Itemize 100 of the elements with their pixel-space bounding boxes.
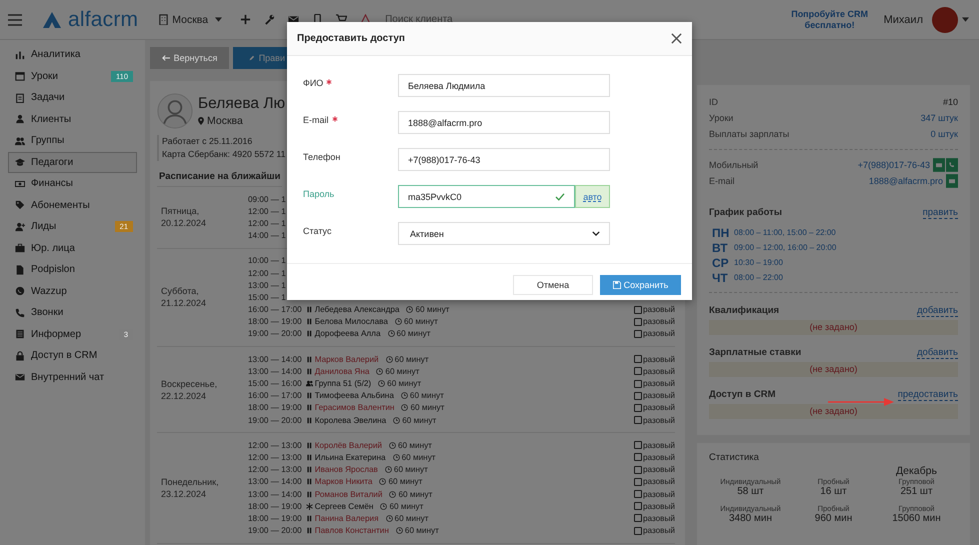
text-field[interactable]: Беляева Людмила [398,74,610,97]
sidebar-item[interactable]: Звонки [8,302,137,324]
one-time-checkbox[interactable] [634,514,642,522]
lesson-time: 16:00 — 17:00 [248,304,302,316]
student-link[interactable]: Сергеев Семён [314,502,374,511]
action-link[interactable]: добавить [917,305,958,317]
auto-generate-button[interactable]: авто [575,185,610,208]
save-button[interactable]: Сохранить [600,275,681,295]
field-value: #10 [942,97,958,107]
student-link[interactable]: Павлов Константин [314,526,389,536]
message-button[interactable] [946,174,958,188]
sidebar-item[interactable]: Podpislon [8,259,137,280]
contact-link[interactable]: 1888@alfacrm.pro [868,176,943,186]
sidebar-item[interactable]: Доступ в CRM [8,345,137,366]
student-link[interactable]: Лебедева Александра [314,305,400,314]
sidebar-item[interactable]: Аналитика [8,44,137,66]
student-link[interactable]: Королева Эвелина [314,416,386,425]
list-icon [15,329,25,340]
back-button[interactable]: Вернуться [150,47,229,69]
pause-icon [306,318,313,326]
client-search-field[interactable]: Поиск клиента [383,13,528,26]
one-time-checkbox[interactable] [634,380,642,388]
statistics-title: Статистика [709,452,760,463]
sidebar-item[interactable]: Абонементы [8,194,137,216]
one-time-checkbox[interactable] [634,318,642,326]
duration-text: 60 минут [385,366,420,376]
status-select[interactable]: Активен [398,222,610,245]
sidebar-item[interactable]: Клиенты [8,108,137,130]
contact-link[interactable]: +7(988)017-76-43 [858,160,930,170]
text-field[interactable]: 1888@alfacrm.pro [398,111,610,134]
value-link[interactable]: 347 штук [920,113,958,123]
student-link[interactable]: Марков Никита [314,477,372,486]
edit-link[interactable]: править [922,207,958,219]
stat-value: 251 шт [900,486,933,497]
one-time-checkbox[interactable] [634,478,642,486]
work-hours: 08:00 – 11:00, 15:00 – 22:00 [734,228,836,237]
wrench-icon[interactable] [264,14,276,25]
student-link[interactable]: Белова Милослава [314,317,388,326]
one-time-checkbox[interactable] [634,416,642,424]
check-icon [555,192,565,200]
one-time-checkbox[interactable] [634,526,642,535]
menu-icon[interactable] [8,14,22,26]
free-trial-link[interactable]: Попробуйте CRM бесплатно! [788,8,872,30]
student-link[interactable]: Панина Валерия [314,514,379,523]
close-icon[interactable] [671,33,682,44]
plus-icon[interactable] [240,14,252,25]
lesson-time: 13:00 — 14:00 [248,354,302,365]
section-title: Зарплатные ставки [709,347,802,359]
lesson-time: 12:00 — 1 [248,268,287,279]
checkbox-label: разовый [642,514,675,523]
one-time-checkbox[interactable] [634,355,642,364]
one-time-checkbox[interactable] [634,441,642,450]
sidebar-item[interactable]: Финансы [8,173,137,194]
one-time-checkbox[interactable] [634,466,642,474]
student-link[interactable]: Ильина Екатерина [314,452,386,462]
one-time-checkbox[interactable] [634,490,642,498]
student-link[interactable]: Группа 51 (5/2) [314,379,372,388]
user-name[interactable]: Михаил [884,14,923,26]
one-time-checkbox[interactable] [634,453,642,462]
text-field[interactable]: +7(988)017-76-43 [398,148,610,171]
student-link[interactable]: Романов Виталий [314,490,382,499]
student-link[interactable]: Тимофеева Альбина [314,391,394,400]
student-link[interactable]: Герасимов Валентин [314,403,394,412]
duration-text: 60 минут [394,465,428,474]
sidebar-item[interactable]: Группы [8,130,137,152]
sidebar-item[interactable]: Педагоги [8,152,137,173]
branch-selector[interactable]: Москва [158,14,222,26]
call-button[interactable] [946,158,958,172]
sidebar-item[interactable]: Задачи [8,87,137,108]
section-title: Квалификация [709,305,780,317]
value-link[interactable]: 0 штук [930,129,958,139]
sidebar-item[interactable]: Внутренний чат [8,366,137,388]
student-link[interactable]: Марков Валерий [314,354,379,364]
student-link[interactable]: Дорофеева Алла [314,329,381,338]
pause-icon [306,514,313,522]
one-time-checkbox[interactable] [634,404,642,412]
one-time-checkbox[interactable] [634,392,642,400]
group-icon [306,380,313,388]
lesson-time: 15:00 — 1 [248,292,287,303]
logo-text: alfacrm [68,8,138,32]
one-time-checkbox[interactable] [634,330,642,338]
caret-icon[interactable] [962,17,969,22]
one-time-checkbox[interactable] [634,367,642,376]
message-button[interactable] [933,158,945,172]
action-link[interactable]: добавить [917,347,958,359]
lesson-time: 18:00 — 19:00 [248,512,302,524]
password-field[interactable]: ma35PvvkC0 [398,185,575,208]
student-link[interactable]: Данилова Яна [314,366,370,376]
student-link[interactable]: Иванов Ярослав [314,465,378,474]
cancel-button[interactable]: Отмена [513,275,593,295]
sidebar-item[interactable]: Wazzup [8,280,137,302]
clipboard-icon [15,92,25,103]
one-time-checkbox[interactable] [634,306,642,314]
sidebar-item[interactable]: Юр. лица [8,238,137,259]
stat-value: 3480 мин [728,513,772,524]
action-link[interactable]: предоставить [898,389,958,401]
teacher-name: Беляева Лю [198,95,286,113]
avatar-circle[interactable] [932,6,958,32]
one-time-checkbox[interactable] [634,502,642,510]
student-link[interactable]: Королёв Валерий [314,440,382,450]
